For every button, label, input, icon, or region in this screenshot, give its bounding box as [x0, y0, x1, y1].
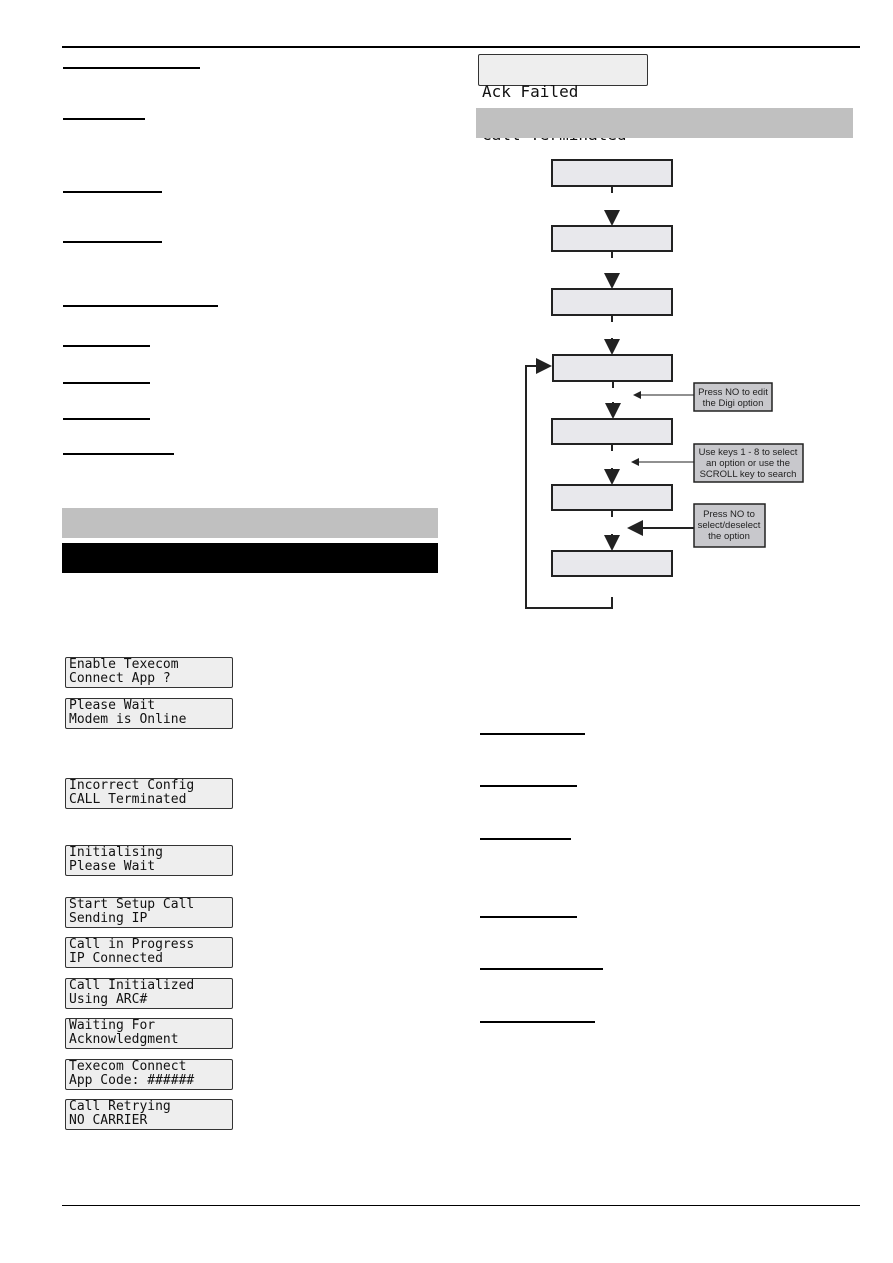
flowchart: Press NO to edit the Digi option Use key… [525, 159, 804, 609]
flow-box [551, 159, 673, 187]
heading-underline [480, 838, 571, 840]
heading-underline [480, 1021, 595, 1023]
flow-box [551, 484, 673, 511]
flow-box [551, 418, 673, 445]
callout-text: an option or use the [706, 458, 790, 469]
callout-note: Press NO to select/deselect the option [693, 503, 766, 548]
callout-text: the option [708, 531, 750, 542]
callout-text: the Digi option [703, 398, 764, 409]
callout-text: Press NO to edit [698, 387, 768, 398]
flow-box [551, 225, 673, 252]
callout-note: Use keys 1 - 8 to select an option or us… [693, 443, 804, 483]
callout-text: select/deselect [698, 520, 761, 531]
flow-box [552, 354, 673, 382]
heading-underline [480, 968, 603, 970]
heading-underline [480, 733, 585, 735]
callout-text: Press NO to [703, 509, 755, 520]
callout-text: Use keys 1 - 8 to select [699, 447, 798, 458]
callout-note: Press NO to edit the Digi option [693, 382, 773, 412]
callout-text: SCROLL key to search [700, 469, 797, 480]
heading-underline [480, 916, 577, 918]
flow-box [551, 550, 673, 577]
flow-box [551, 288, 673, 316]
heading-underline [480, 785, 577, 787]
